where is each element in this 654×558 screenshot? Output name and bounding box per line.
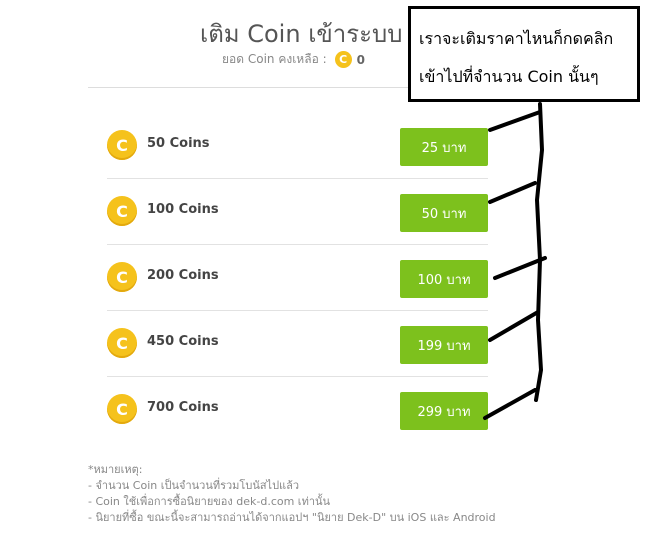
annotation-line: เราจะเติมราคาไหนก็กดคลิก — [419, 29, 614, 48]
pointer-line — [534, 102, 544, 402]
coin-amount: 50 Coins — [147, 136, 210, 151]
coin-balance: ยอด Coin คงเหลือ : C 0 — [222, 50, 365, 69]
buy-100-coins-button[interactable]: 50 บาท — [400, 194, 488, 232]
coin-package-row: C 200 Coins 100 บาท — [107, 244, 488, 311]
buy-450-coins-button[interactable]: 199 บาท — [400, 326, 488, 364]
coin-icon: C — [107, 328, 137, 358]
balance-label: ยอด Coin คงเหลือ : — [222, 52, 327, 66]
pointer-line — [488, 310, 540, 342]
coin-icon: C — [107, 262, 137, 292]
coin-amount: 200 Coins — [147, 268, 219, 283]
coin-icon: C — [107, 130, 137, 160]
buy-200-coins-button[interactable]: 100 บาท — [400, 260, 488, 298]
pointer-line — [493, 256, 547, 280]
coin-amount: 100 Coins — [147, 202, 219, 217]
buy-50-coins-button[interactable]: 25 บาท — [400, 128, 488, 166]
notes: *หมายเหตุ: - จำนวน Coin เป็นจำนวนที่รวมโ… — [88, 462, 508, 526]
coin-amount: 700 Coins — [147, 400, 219, 415]
coin-icon: C — [107, 394, 137, 424]
note-line: - นิยายที่ซื้อ ขณะนี้จะสามารถอ่านได้จากแ… — [88, 511, 496, 524]
notes-heading: *หมายเหตุ: — [88, 463, 143, 476]
coin-package-row: C 450 Coins 199 บาท — [107, 310, 488, 377]
coin-icon: C — [107, 196, 137, 226]
annotation-line: เข้าไปที่จำนวน Coin นั้นๆ — [419, 67, 599, 86]
pointer-line — [488, 110, 542, 132]
note-line: - จำนวน Coin เป็นจำนวนที่รวมโบนัสไปแล้ว — [88, 479, 300, 492]
coin-package-row: C 50 Coins 25 บาท — [107, 112, 488, 179]
annotation-callout: เราจะเติมราคาไหนก็กดคลิก เข้าไปที่จำนวน … — [408, 6, 640, 102]
pointer-line — [483, 388, 537, 420]
note-line: - Coin ใช้เพื่อการซื้อนิยายของ dek-d.com… — [88, 495, 331, 508]
buy-700-coins-button[interactable]: 299 บาท — [400, 392, 488, 430]
page-title: เติม Coin เข้าระบบ — [200, 20, 403, 48]
coin-package-row: C 100 Coins 50 บาท — [107, 178, 488, 245]
coin-amount: 450 Coins — [147, 334, 219, 349]
pointer-line — [488, 181, 537, 204]
balance-value: 0 — [356, 52, 365, 67]
coin-package-row: C 700 Coins 299 บาท — [107, 376, 488, 442]
coin-icon: C — [334, 51, 352, 68]
